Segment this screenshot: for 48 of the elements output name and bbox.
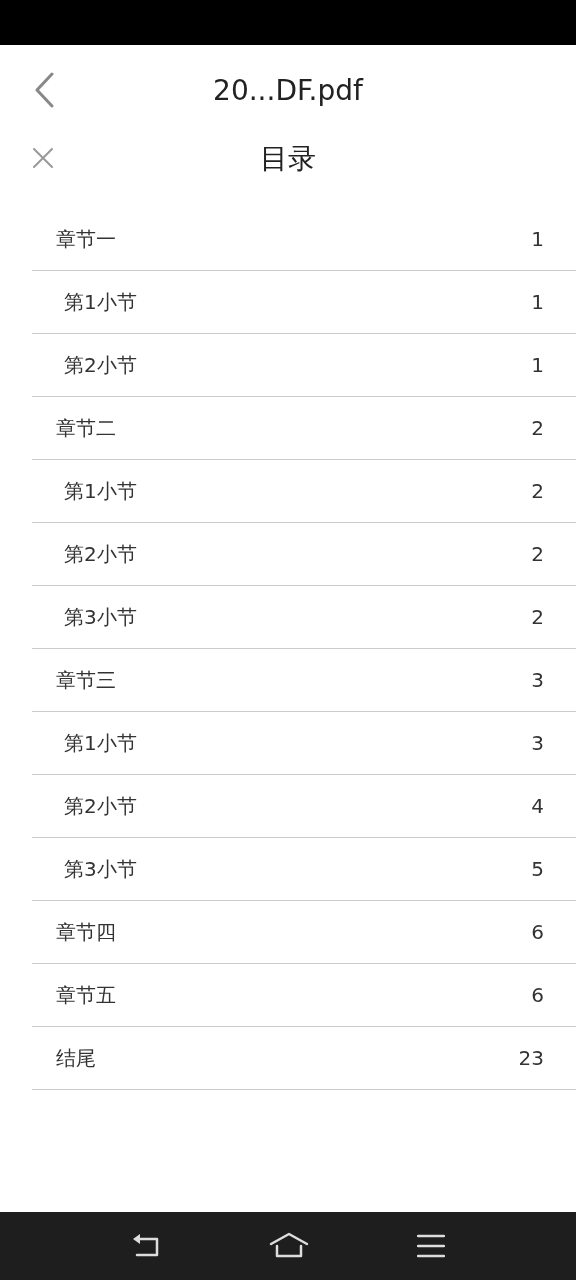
page-number: 6 [531,983,544,1007]
page-number: 2 [531,416,544,440]
toc-item[interactable]: 第1小节 1 [32,271,576,334]
chapter-title: 章节一 [56,225,116,253]
panel-title: 目录 [260,141,316,177]
toc-item[interactable]: 第1小节 2 [32,460,576,523]
toc-item[interactable]: 第2小节 4 [32,775,576,838]
toc-item[interactable]: 第2小节 1 [32,334,576,397]
page-number: 1 [531,353,544,377]
section-title: 第2小节 [64,540,137,568]
toc-item[interactable]: 第3小节 2 [32,586,576,649]
toc-item[interactable]: 章节三 3 [32,649,576,712]
toc-item[interactable]: 章节四 6 [32,901,576,964]
chapter-title: 章节五 [56,981,116,1009]
section-title: 第1小节 [64,477,137,505]
page-number: 2 [531,542,544,566]
page-number: 6 [531,920,544,944]
page-number: 2 [531,605,544,629]
document-title: 20...DF.pdf [213,73,363,107]
page-number: 1 [531,290,544,314]
section-title: 第3小节 [64,855,137,883]
page-number: 1 [531,227,544,251]
page-number: 5 [531,857,544,881]
toc-item[interactable]: 章节五 6 [32,964,576,1027]
section-title: 第2小节 [64,792,137,820]
section-title: 第2小节 [64,351,137,379]
close-icon[interactable] [32,147,54,169]
toc-item[interactable]: 第2小节 2 [32,523,576,586]
back-icon[interactable] [131,1233,161,1259]
page-number: 23 [518,1046,544,1070]
section-title: 第1小节 [64,288,137,316]
section-title: 第1小节 [64,729,137,757]
section-title: 第3小节 [64,603,137,631]
toc-item[interactable]: 第1小节 3 [32,712,576,775]
toc-item[interactable]: 结尾 23 [32,1027,576,1090]
toc-item[interactable]: 第3小节 5 [32,838,576,901]
toc-item[interactable]: 章节二 2 [32,397,576,460]
home-icon[interactable] [269,1232,309,1260]
page-number: 2 [531,479,544,503]
menu-icon[interactable] [417,1234,445,1258]
page-number: 4 [531,794,544,818]
toc-item[interactable]: 章节一 1 [32,208,576,271]
chapter-title: 结尾 [56,1044,96,1072]
page-number: 3 [531,731,544,755]
page-number: 3 [531,668,544,692]
chapter-title: 章节二 [56,414,116,442]
chapter-title: 章节三 [56,666,116,694]
chapter-title: 章节四 [56,918,116,946]
